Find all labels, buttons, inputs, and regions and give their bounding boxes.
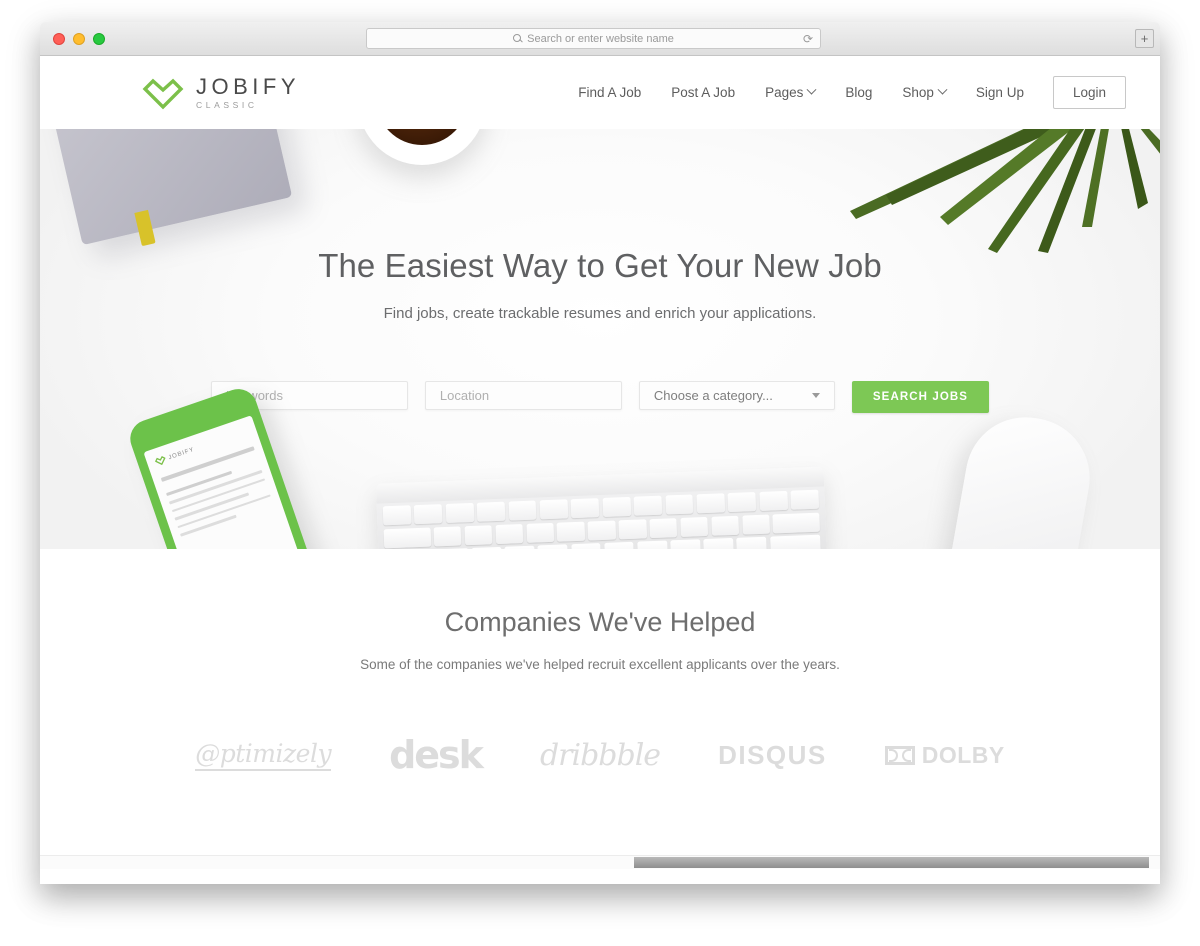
nav-label: Post A Job (671, 85, 736, 100)
hero-title: The Easiest Way to Get Your New Job (318, 247, 882, 284)
company-logos: @ptimizely desk dribbble DISQUS DOLBY (40, 733, 1160, 777)
jobify-heart-logo-icon (154, 456, 166, 466)
browser-window: Search or enter website name ⟳ + JOBIFY … (40, 22, 1160, 884)
address-bar-placeholder: Search or enter website name (527, 32, 674, 45)
login-button[interactable]: Login (1052, 76, 1126, 109)
nav-item-shop[interactable]: Shop (887, 84, 961, 100)
desk-logo: desk (389, 733, 484, 777)
optimizely-logo: @ptimizely (195, 739, 332, 771)
hero-section: The Easiest Way to Get Your New Job Find… (40, 129, 1160, 549)
chevron-down-icon (811, 393, 820, 398)
nav-label: Shop (902, 85, 934, 100)
companies-subtitle: Some of the companies we've helped recru… (360, 657, 840, 672)
category-value: Choose a category... (653, 388, 773, 403)
chevron-down-icon (806, 84, 817, 95)
logo-text: JOBIFY CLASSIC (196, 75, 300, 110)
phone-logo-name: JOBIFY (167, 446, 196, 461)
maximize-window-button[interactable] (93, 32, 105, 45)
chevron-down-icon (937, 84, 948, 95)
nav-item-pages[interactable]: Pages (750, 84, 830, 100)
main-navigation: Find A Job Post A Job Pages Blog Shop Si… (563, 76, 1126, 109)
hero-subtitle: Find jobs, create trackable resumes and … (383, 305, 817, 322)
site-header: JOBIFY CLASSIC Find A Job Post A Job Pag… (40, 56, 1160, 129)
nav-label: Pages (765, 85, 804, 100)
site-logo[interactable]: JOBIFY CLASSIC (142, 75, 300, 110)
dolby-logo: DOLBY (884, 741, 1005, 769)
logo-name: JOBIFY (196, 73, 301, 99)
notebook-photo-object (46, 129, 293, 246)
category-select[interactable]: Choose a category... (638, 381, 835, 410)
minimize-window-button[interactable] (73, 32, 85, 45)
nav-item-blog[interactable]: Blog (830, 85, 887, 100)
location-input[interactable]: Location (424, 381, 622, 410)
traffic-lights (53, 32, 105, 45)
dolby-double-d-icon (884, 745, 915, 765)
close-window-button[interactable] (53, 32, 65, 45)
nav-label: Sign Up (975, 85, 1024, 100)
phone-logo: JOBIFY (154, 426, 250, 466)
dribbble-logo: dribbble (539, 737, 661, 773)
horizontal-scrollbar[interactable] (40, 855, 1160, 869)
companies-title: Companies We've Helped (444, 607, 756, 637)
hero-copy: The Easiest Way to Get Your New Job Find… (40, 247, 1160, 322)
browser-titlebar: Search or enter website name ⟳ + (40, 22, 1160, 56)
phone-screen: JOBIFY (143, 415, 312, 549)
new-tab-button[interactable]: + (1135, 29, 1154, 48)
nav-item-find-a-job[interactable]: Find A Job (563, 85, 656, 100)
companies-section: Companies We've Helped Some of the compa… (40, 549, 1160, 869)
disqus-logo: DISQUS (718, 739, 827, 770)
nav-label: Find A Job (578, 85, 642, 100)
horizontal-scrollbar-thumb[interactable] (633, 857, 1149, 868)
search-jobs-button[interactable]: SEARCH JOBS (851, 381, 990, 413)
search-icon (513, 34, 522, 43)
logo-tagline: CLASSIC (196, 100, 258, 111)
mouse-photo-object (940, 407, 1100, 549)
nav-label: Blog (845, 85, 873, 100)
reload-icon[interactable]: ⟳ (803, 33, 813, 45)
nav-item-sign-up[interactable]: Sign Up (961, 85, 1039, 100)
address-bar-content: Search or enter website name (513, 33, 674, 45)
keyboard-photo-object (375, 466, 829, 549)
dolby-wordmark: DOLBY (921, 741, 1005, 768)
location-placeholder: Location (439, 388, 490, 403)
nav-item-post-a-job[interactable]: Post A Job (656, 85, 750, 100)
address-bar[interactable]: Search or enter website name ⟳ (366, 28, 821, 49)
jobify-heart-logo-icon (142, 78, 184, 109)
